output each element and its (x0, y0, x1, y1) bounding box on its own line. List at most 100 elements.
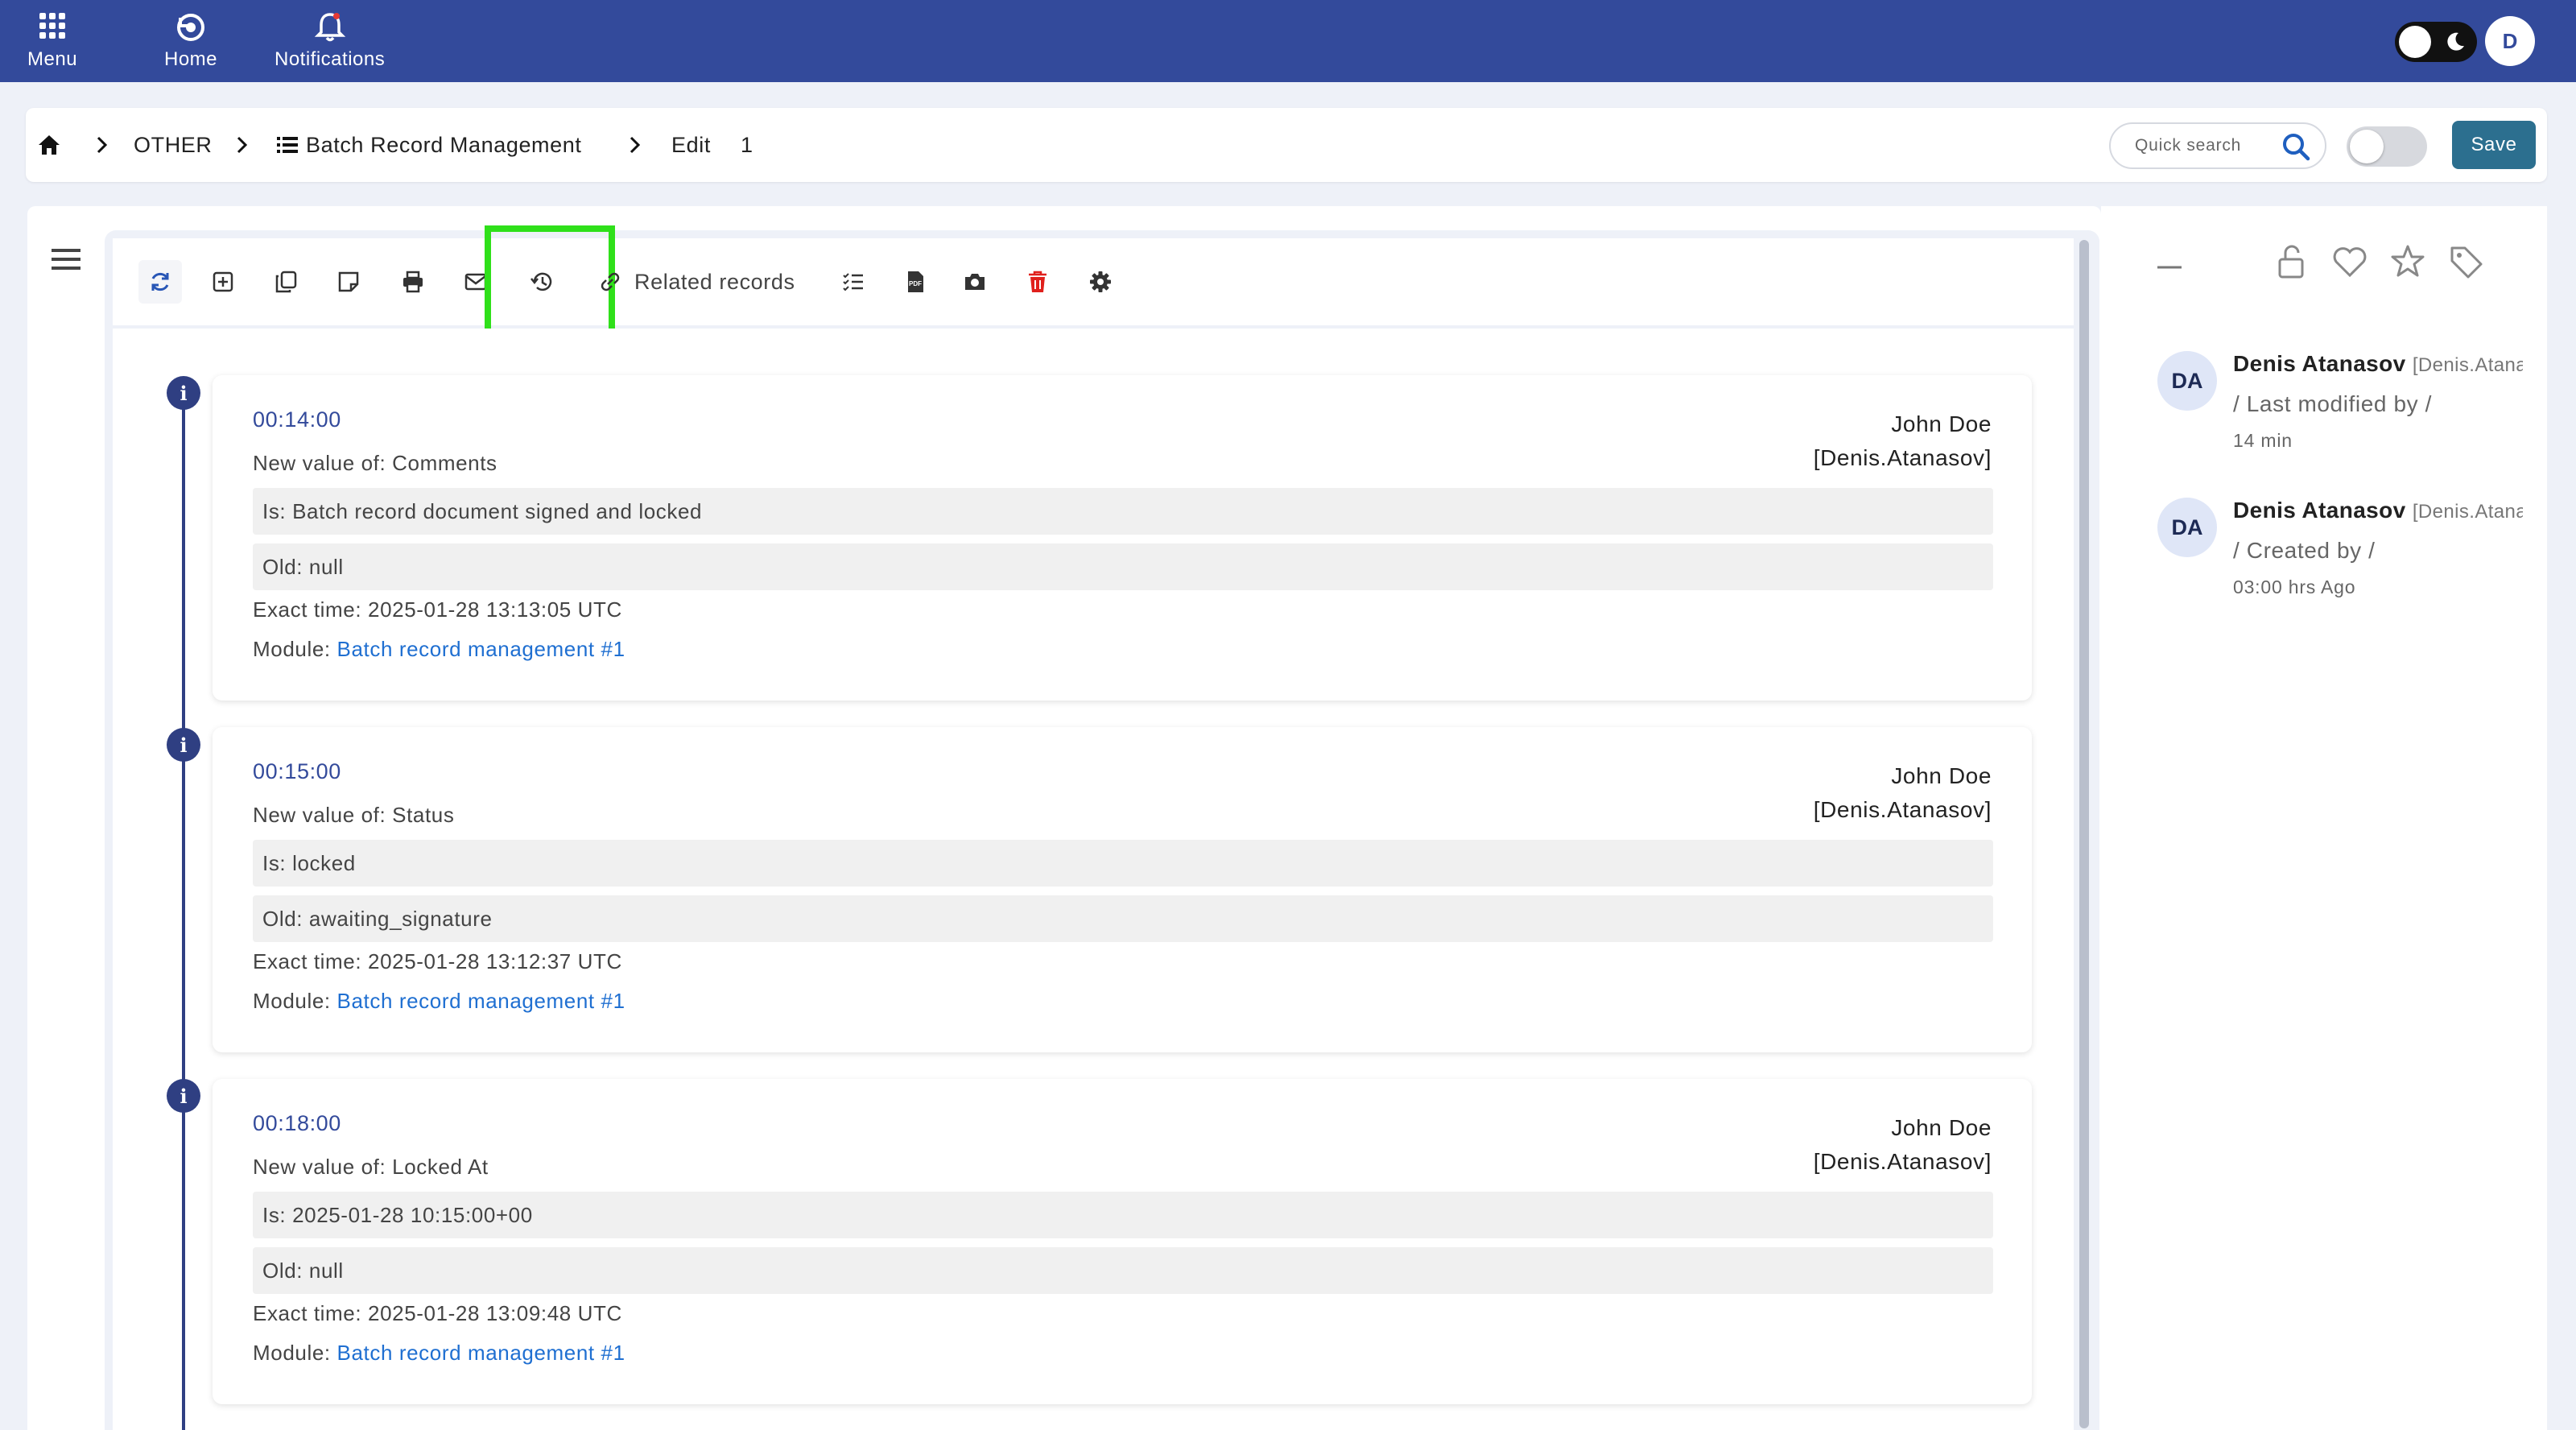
print-icon (403, 271, 423, 293)
dark-mode-toggle[interactable] (2395, 22, 2477, 62)
entry-old-value: Old: null (253, 543, 1993, 590)
entry-module-prefix: Module: (253, 1341, 337, 1365)
add-icon (213, 271, 233, 292)
home-house-icon (39, 135, 60, 155)
entry-module-prefix: Module: (253, 989, 337, 1013)
unlock-icon (2278, 245, 2304, 279)
main-scrollbar[interactable] (2077, 238, 2091, 1430)
info-icon: i (167, 728, 200, 762)
top-bar: Menu Home Notifications D (0, 0, 2576, 82)
entry-user-handle: [Denis.Atanasov] (1813, 445, 1992, 470)
history-entry-card: 00:14:00 John Doe [Denis.Atanasov] New v… (213, 375, 2032, 701)
delete-icon (1029, 271, 1046, 292)
collapse-icon (2157, 266, 2182, 269)
activity-user-name: Denis Atanasov (2233, 498, 2406, 523)
collapse-button[interactable] (2151, 242, 2191, 282)
tag-button[interactable] (2446, 242, 2486, 282)
history-entry-card: 00:15:00 John Doe [Denis.Atanasov] New v… (213, 727, 2032, 1052)
entry-user-name: John Doe (1891, 1115, 1992, 1140)
related-records-label: Related records (634, 269, 795, 294)
menu-button[interactable]: Menu (27, 10, 77, 71)
entry-module-link[interactable]: Batch record management #1 (337, 1341, 625, 1365)
search-placeholder: Quick search (2135, 136, 2242, 155)
breadcrumb-home[interactable] (37, 108, 61, 182)
favorite-button[interactable] (2330, 242, 2370, 282)
avatar: DA (2157, 351, 2217, 411)
activity-user-handle: [Denis.Atanasov] (2412, 354, 2523, 376)
timeline-line (182, 393, 185, 1430)
link-icon (601, 272, 620, 291)
note-button[interactable] (327, 260, 370, 304)
camera-button[interactable] (953, 260, 997, 304)
moon-icon (2447, 32, 2464, 51)
settings-icon (1090, 271, 1111, 292)
refresh-button[interactable] (138, 260, 182, 304)
entry-user-handle: [Denis.Atanasov] (1813, 1149, 1992, 1174)
activity-time: 03:00 hrs Ago (2233, 577, 2356, 597)
avatar: DA (2157, 498, 2217, 557)
duplicate-button[interactable] (264, 260, 308, 304)
notifications-button[interactable]: Notifications (275, 10, 385, 71)
star-icon (2391, 245, 2425, 277)
lock-button[interactable] (2272, 242, 2312, 282)
entry-old-value: Old: awaiting_signature (253, 895, 1993, 942)
entry-field: New value of: Status (253, 803, 455, 827)
chevron-right-icon (623, 108, 647, 182)
checklist-button[interactable] (832, 260, 875, 304)
highlight-box (485, 225, 615, 338)
chevron-right-icon (90, 108, 114, 182)
delete-button[interactable] (1016, 260, 1059, 304)
entry-user-name: John Doe (1891, 763, 1992, 788)
entry-exact-time: Exact time: 2025-01-28 13:13:05 UTC (253, 597, 622, 622)
entry-user: John Doe [Denis.Atanasov] (1814, 1111, 1992, 1179)
activity-user: Denis Atanasov [Denis.Atanasov] (2233, 351, 2523, 377)
info-icon: i (167, 1079, 200, 1113)
toggle-knob (2350, 130, 2384, 163)
breadcrumb-other[interactable]: OTHER (134, 108, 213, 182)
activity-user: Denis Atanasov [Denis.Atanasov] (2233, 498, 2523, 523)
settings-button[interactable] (1079, 260, 1122, 304)
search-icon[interactable] (2280, 130, 2312, 163)
add-button[interactable] (201, 260, 245, 304)
breadcrumb-module[interactable]: Batch Record Management (275, 108, 581, 182)
activity-time: 14 min (2233, 430, 2293, 451)
breadcrumb-record-id: 1 (741, 132, 753, 157)
breadcrumb-edit: Edit (671, 132, 711, 157)
star-button[interactable] (2388, 242, 2428, 282)
entry-exact-time: Exact time: 2025-01-28 13:12:37 UTC (253, 949, 622, 973)
pdf-button[interactable]: PDF (894, 260, 937, 304)
activity-action: / Created by / (2233, 538, 2376, 563)
home-button[interactable]: Home (164, 10, 217, 71)
entry-exact-time: Exact time: 2025-01-28 13:09:48 UTC (253, 1301, 622, 1325)
activity-action: / Last modified by / (2233, 391, 2433, 416)
history-entry-card: 00:18:00 John Doe [Denis.Atanasov] New v… (213, 1079, 2032, 1404)
menu-label: Menu (27, 48, 78, 70)
hamburger-menu-icon[interactable] (52, 246, 80, 272)
print-button[interactable] (391, 260, 435, 304)
entry-module: Module: Batch record management #1 (253, 1341, 625, 1366)
entry-module-link[interactable]: Batch record management #1 (337, 637, 625, 661)
related-records-button[interactable]: Related records (597, 260, 795, 304)
svg-text:PDF: PDF (909, 280, 922, 287)
bell-icon (314, 13, 345, 42)
entry-module-prefix: Module: (253, 637, 337, 661)
save-button[interactable]: Save (2452, 121, 2536, 169)
entry-module-link[interactable]: Batch record management #1 (337, 989, 625, 1013)
entry-old-value: Old: null (253, 1247, 1993, 1294)
quick-search-input[interactable]: Quick search (2109, 122, 2326, 169)
camera-icon (965, 274, 985, 290)
scrollbar-thumb[interactable] (2079, 240, 2089, 1428)
edit-mode-toggle[interactable] (2347, 126, 2427, 167)
checklist-icon (843, 273, 863, 291)
note-icon (338, 271, 359, 292)
info-icon: i (167, 376, 200, 410)
entry-user-name: John Doe (1891, 411, 1992, 436)
toggle-knob (2399, 26, 2431, 58)
entry-time: 00:18:00 (253, 1111, 341, 1135)
user-avatar[interactable]: D (2485, 16, 2535, 66)
duplicate-icon (275, 271, 297, 293)
entry-user: John Doe [Denis.Atanasov] (1814, 759, 1992, 827)
entry-new-value: Is: Batch record document signed and loc… (253, 488, 1993, 535)
entry-new-value: Is: 2025-01-28 10:15:00+00 (253, 1192, 1993, 1238)
home-icon (177, 14, 205, 41)
